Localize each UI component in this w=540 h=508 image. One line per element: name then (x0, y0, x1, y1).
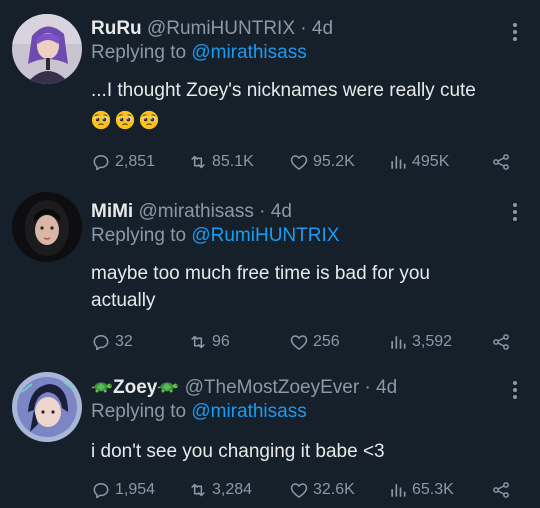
timestamp[interactable]: 4d (271, 201, 292, 222)
pleading-face-emoji-icon (91, 110, 111, 130)
retweet-icon (188, 152, 208, 172)
reply-button[interactable]: 1,954 (91, 478, 155, 502)
retweet-button[interactable]: 3,284 (188, 478, 252, 502)
views-button[interactable]: 495K (388, 150, 449, 174)
like-button[interactable]: 95.2K (289, 150, 355, 174)
reply-icon (91, 480, 111, 500)
views-icon (388, 480, 408, 500)
tweet-header: RuRu @RumiHUNTRIX · 4d (91, 17, 528, 41)
separator-dot: · (364, 377, 371, 398)
separator-dot: · (259, 201, 266, 222)
reply-button[interactable]: 32 (91, 330, 133, 354)
retweet-button[interactable]: 85.1K (188, 150, 254, 174)
tweet-text-content: ...I thought Zoey's nicknames were reall… (91, 80, 476, 101)
like-count: 256 (313, 333, 340, 350)
views-icon (388, 332, 408, 352)
retweet-count: 3,284 (212, 481, 253, 498)
tweet-actions: 1,954 3,284 32.6K 65.3K (91, 478, 521, 502)
reply-icon (91, 332, 111, 352)
tweet-actions: 32 96 256 3,592 (91, 330, 521, 354)
turtle-emoji-icon (157, 378, 179, 394)
emoji-row (91, 110, 528, 130)
like-button[interactable]: 256 (289, 330, 340, 354)
replying-to-mention[interactable]: @RumiHUNTRIX (191, 225, 339, 246)
timestamp[interactable]: 4d (312, 18, 333, 39)
separator-dot: · (300, 18, 307, 39)
views-count: 495K (412, 153, 450, 170)
replying-to-label: Replying to (91, 42, 187, 63)
avatar-zoey[interactable] (12, 372, 82, 442)
tweet-header: MiMi @mirathisass · 4d (91, 200, 528, 224)
avatar-ruru[interactable] (12, 14, 82, 84)
replying-to-label: Replying to (91, 225, 187, 246)
like-count: 32.6K (313, 481, 355, 498)
replying-to-mention[interactable]: @mirathisass (191, 42, 306, 63)
avatar-image (12, 192, 82, 262)
share-button[interactable] (491, 478, 511, 502)
reply-icon (91, 152, 111, 172)
retweet-icon (188, 332, 208, 352)
more-options-icon[interactable] (512, 380, 518, 400)
replying-to-line: Replying to @RumiHUNTRIX (91, 224, 528, 248)
views-count: 65.3K (412, 481, 454, 498)
retweet-count: 85.1K (212, 153, 254, 170)
user-handle[interactable]: @mirathisass (139, 201, 254, 222)
like-count: 95.2K (313, 153, 355, 170)
replying-to-label: Replying to (91, 401, 187, 422)
retweet-count: 96 (212, 333, 230, 350)
heart-icon (289, 332, 309, 352)
tweet-header: Zoey @TheMostZoeyEver · 4d (91, 376, 528, 400)
display-name[interactable]: MiMi (91, 201, 133, 222)
share-icon (491, 332, 511, 352)
tweet-text: i don't see you changing it babe <3 (91, 441, 385, 462)
timestamp[interactable]: 4d (376, 377, 397, 398)
replying-to-line: Replying to @mirathisass (91, 400, 528, 424)
views-count: 3,592 (412, 333, 453, 350)
avatar-image (12, 372, 82, 442)
user-handle[interactable]: @TheMostZoeyEver (185, 377, 360, 398)
retweet-button[interactable]: 96 (188, 330, 230, 354)
avatar-image (12, 14, 82, 84)
replying-to-mention[interactable]: @mirathisass (191, 401, 306, 422)
display-name[interactable]: RuRu (91, 18, 142, 39)
share-button[interactable] (491, 330, 511, 354)
heart-icon (289, 152, 309, 172)
share-icon (491, 152, 511, 172)
tweet-2[interactable]: MiMi @mirathisass · 4d Replying to @Rumi… (0, 180, 540, 360)
views-button[interactable]: 65.3K (388, 478, 454, 502)
pleading-face-emoji-icon (115, 110, 135, 130)
reply-button[interactable]: 2,851 (91, 150, 155, 174)
views-icon (388, 152, 408, 172)
like-button[interactable]: 32.6K (289, 478, 355, 502)
retweet-icon (188, 480, 208, 500)
heart-icon (289, 480, 309, 500)
views-button[interactable]: 3,592 (388, 330, 452, 354)
reply-count: 1,954 (115, 481, 156, 498)
tweet-text: maybe too much free time is bad for you … (91, 263, 430, 311)
display-name[interactable]: Zoey (113, 377, 157, 398)
pleading-face-emoji-icon (139, 110, 159, 130)
reply-count: 32 (115, 333, 133, 350)
more-options-icon[interactable] (512, 202, 518, 222)
tweet-1[interactable]: RuRu @RumiHUNTRIX · 4d Replying to @mira… (0, 0, 540, 180)
share-button[interactable] (491, 150, 511, 174)
tweet-3[interactable]: Zoey @TheMostZoeyEver · 4d Replying to @… (0, 360, 540, 508)
share-icon (491, 480, 511, 500)
tweet-text: ...I thought Zoey's nicknames were reall… (91, 77, 528, 130)
tweet-actions: 2,851 85.1K 95.2K 495K (91, 150, 521, 174)
avatar-mimi[interactable] (12, 192, 82, 262)
turtle-emoji-icon (91, 378, 113, 394)
more-options-icon[interactable] (512, 22, 518, 42)
reply-count: 2,851 (115, 153, 156, 170)
replying-to-line: Replying to @mirathisass (91, 41, 528, 65)
user-handle[interactable]: @RumiHUNTRIX (147, 18, 295, 39)
